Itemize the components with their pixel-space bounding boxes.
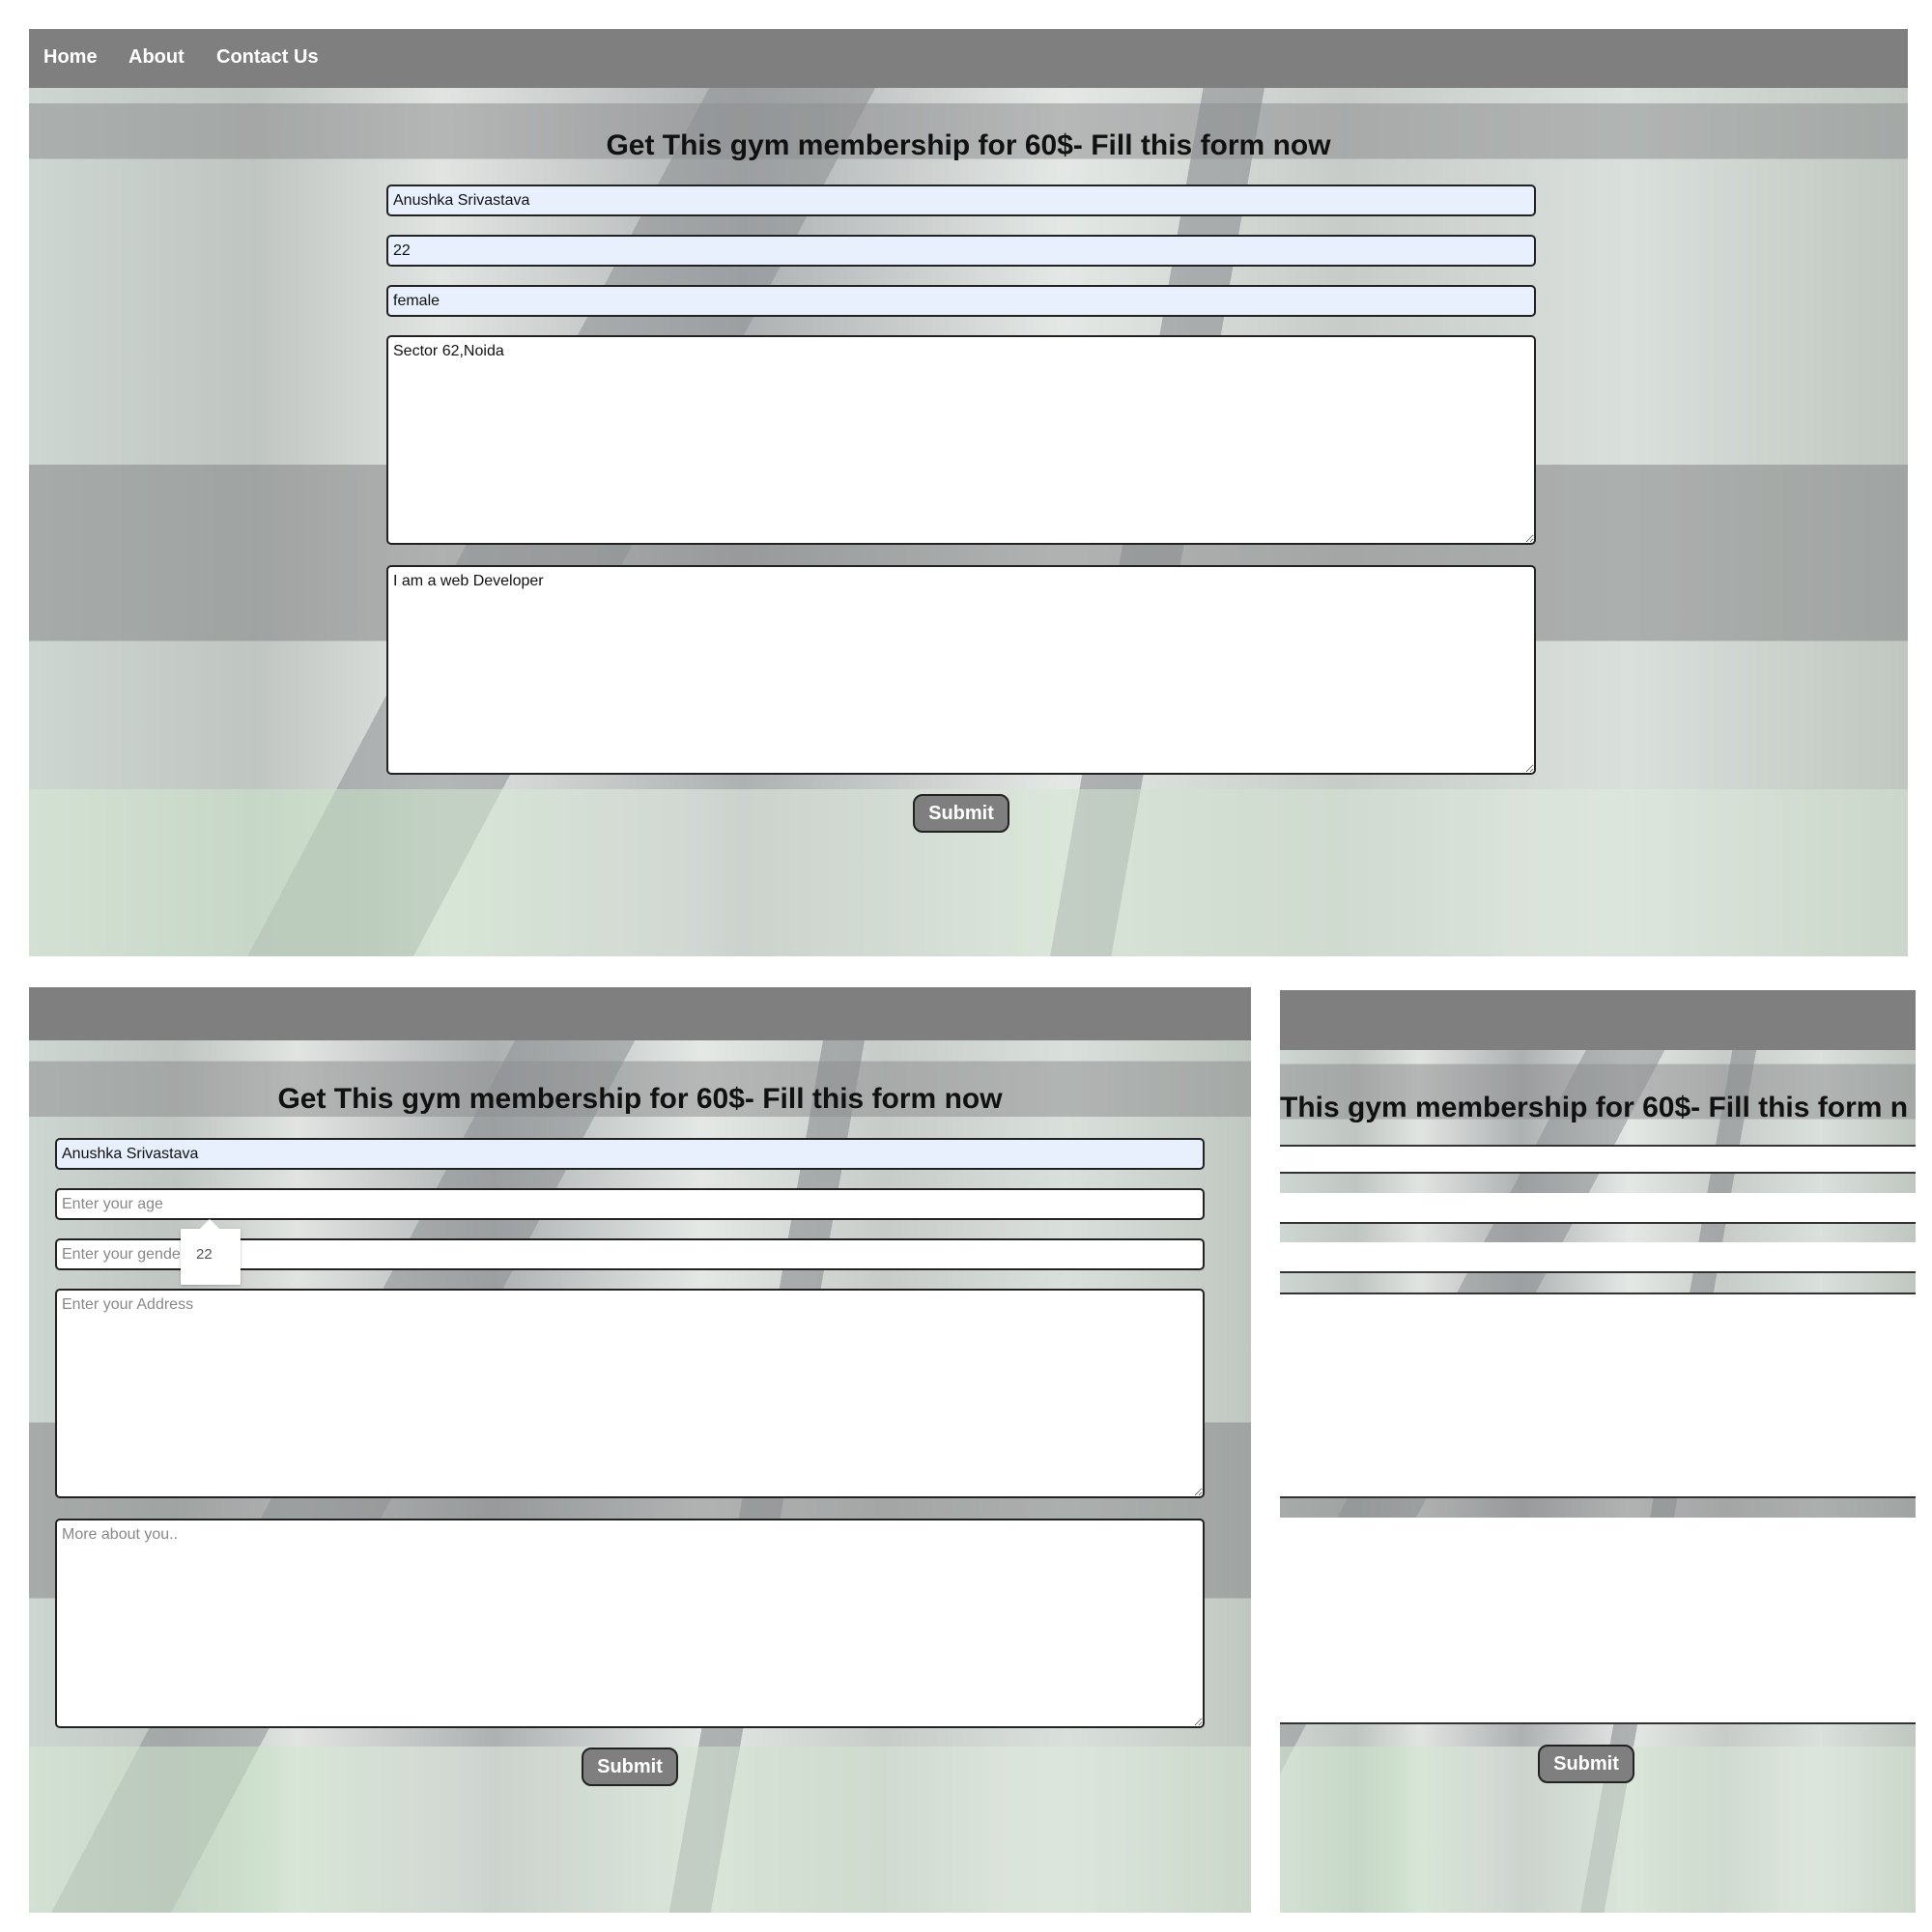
about-field-band[interactable] [1280,1518,1916,1722]
navbar [29,987,1251,1040]
form-title: Get This gym membership for 60$- Fill th… [606,129,1331,161]
address-textarea[interactable]: Sector 62,Noida [386,335,1536,545]
nav-home-link[interactable]: Home [43,46,98,69]
age-input[interactable] [386,235,1536,267]
address-textarea[interactable] [55,1289,1205,1498]
divider [1280,1271,1916,1273]
form-title: Get This gym membership for 60$- Fill th… [277,1083,1003,1115]
screenshot-cropped-form: This gym membership for 60$- Fill this f… [1280,990,1916,1913]
form-title-cropped: This gym membership for 60$- Fill this f… [1280,1092,1909,1123]
submit-button[interactable]: Submit [582,1747,678,1786]
divider [1280,1496,1916,1498]
nav-about-link[interactable]: About [128,46,185,69]
autocomplete-suggestion[interactable]: 22 [181,1219,241,1285]
name-input[interactable] [55,1138,1205,1170]
submit-button[interactable]: Submit [913,794,1009,833]
submit-button[interactable]: Submit [1538,1745,1634,1783]
age-field-band [1280,1193,1916,1222]
screenshot-filled-form: Home About Contact Us Get This gym membe… [29,29,1908,956]
divider [1280,1222,1916,1224]
divider [1280,1145,1916,1147]
about-textarea[interactable]: I am a web Developer [386,565,1536,775]
address-field-band[interactable] [1280,1293,1916,1496]
nav-contact-link[interactable]: Contact Us [216,46,319,69]
gender-input[interactable] [386,285,1536,317]
name-field-band [1280,1145,1916,1174]
navbar [1280,990,1916,1050]
gender-field-band [1280,1242,1916,1271]
age-input[interactable] [55,1188,1205,1220]
name-input[interactable] [386,185,1536,216]
about-textarea[interactable] [55,1519,1205,1728]
divider [1280,1172,1916,1174]
divider [1280,1722,1916,1724]
screenshot-empty-form: Get This gym membership for 60$- Fill th… [29,987,1251,1913]
navbar: Home About Contact Us [29,29,1908,88]
divider [1280,1293,1916,1294]
